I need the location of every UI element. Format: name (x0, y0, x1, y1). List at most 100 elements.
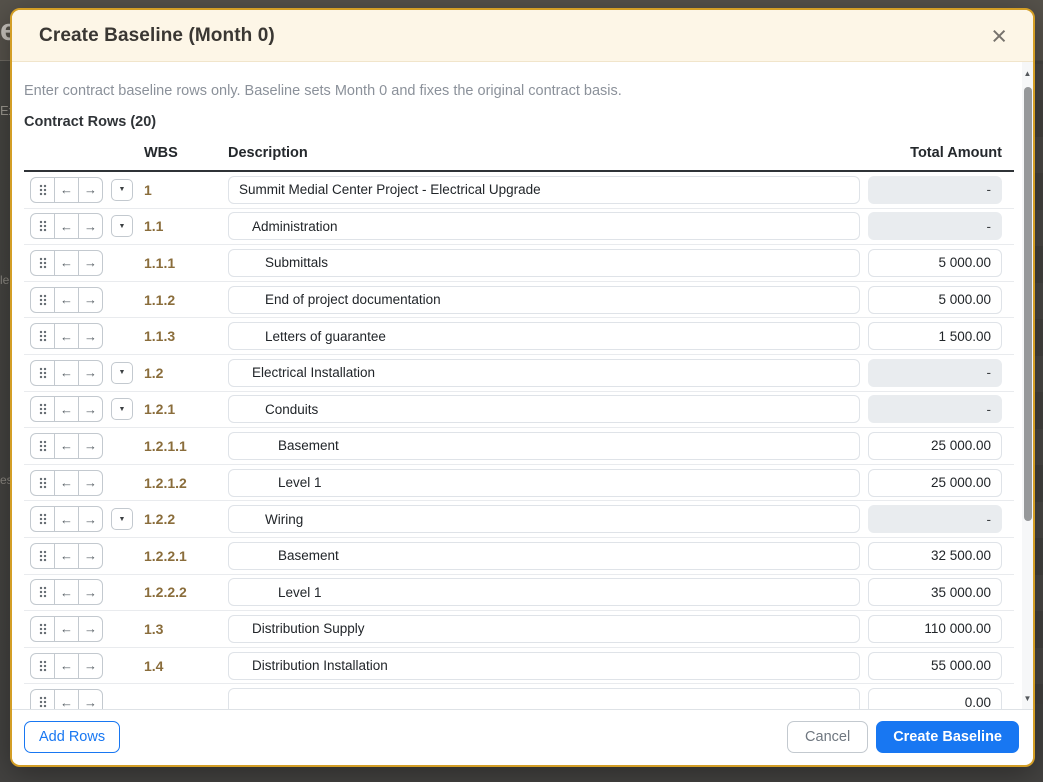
create-baseline-dialog: Create Baseline (Month 0) × Enter contra… (10, 8, 1035, 767)
description-cell (228, 322, 860, 350)
collapse-toggle-icon[interactable]: ▼ (111, 398, 133, 420)
description-input[interactable] (228, 212, 860, 240)
amount-input[interactable] (868, 688, 1002, 709)
amount-input[interactable] (868, 359, 1002, 387)
description-input[interactable] (228, 578, 860, 606)
outdent-button[interactable]: ← (54, 396, 79, 422)
scroll-down-icon[interactable]: ▼ (1022, 691, 1033, 705)
description-input[interactable] (228, 432, 860, 460)
drag-handle[interactable] (30, 579, 55, 605)
drag-handle[interactable] (30, 689, 55, 709)
indent-button[interactable]: → (78, 250, 103, 276)
indent-button[interactable]: → (78, 470, 103, 496)
cancel-button[interactable]: Cancel (787, 721, 868, 753)
amount-input[interactable] (868, 505, 1002, 533)
collapse-toggle-icon[interactable]: ▼ (111, 362, 133, 384)
description-cell (228, 505, 860, 533)
amount-cell (868, 322, 1002, 350)
outdent-button[interactable]: ← (54, 433, 79, 459)
outdent-button[interactable]: ← (54, 579, 79, 605)
drag-handle[interactable] (30, 616, 55, 642)
indent-button[interactable]: → (78, 177, 103, 203)
amount-cell (868, 359, 1002, 387)
amount-input[interactable] (868, 432, 1002, 460)
amount-input[interactable] (868, 176, 1002, 204)
drag-handle[interactable] (30, 287, 55, 313)
row-button-group: ← → (30, 360, 103, 386)
close-icon[interactable]: × (989, 26, 1009, 46)
amount-input[interactable] (868, 395, 1002, 423)
collapse-toggle-icon[interactable]: ▼ (111, 215, 133, 237)
drag-handle[interactable] (30, 396, 55, 422)
indent-button[interactable]: → (78, 213, 103, 239)
amount-input[interactable] (868, 615, 1002, 643)
outdent-button[interactable]: ← (54, 616, 79, 642)
amount-input[interactable] (868, 286, 1002, 314)
indent-button[interactable]: → (78, 653, 103, 679)
outdent-button[interactable]: ← (54, 177, 79, 203)
amount-input[interactable] (868, 578, 1002, 606)
description-input[interactable] (228, 359, 860, 387)
outdent-button[interactable]: ← (54, 360, 79, 386)
description-input[interactable] (228, 542, 860, 570)
description-input[interactable] (228, 395, 860, 423)
description-input[interactable] (228, 505, 860, 533)
amount-input[interactable] (868, 542, 1002, 570)
outdent-button[interactable]: ← (54, 689, 79, 709)
indent-button[interactable]: → (78, 616, 103, 642)
drag-handle[interactable] (30, 653, 55, 679)
drag-handle[interactable] (30, 213, 55, 239)
indent-button[interactable]: → (78, 360, 103, 386)
outdent-button[interactable]: ← (54, 250, 79, 276)
outdent-button[interactable]: ← (54, 323, 79, 349)
indent-button[interactable]: → (78, 543, 103, 569)
drag-handle[interactable] (30, 323, 55, 349)
vertical-scrollbar[interactable]: ▲ ▼ (1022, 62, 1033, 709)
amount-input[interactable] (868, 249, 1002, 277)
drag-handle[interactable] (30, 433, 55, 459)
table-row: ← → ▼ 1.2.2.2 (24, 575, 1014, 612)
amount-input[interactable] (868, 322, 1002, 350)
indent-button[interactable]: → (78, 323, 103, 349)
create-baseline-button[interactable]: Create Baseline (876, 721, 1019, 753)
outdent-button[interactable]: ← (54, 653, 79, 679)
drag-dots-icon (39, 220, 47, 232)
collapse-toggle-icon[interactable]: ▼ (111, 508, 133, 530)
rows-container: ← → ▼ 1 ← → ▼ 1.1 (24, 172, 1014, 709)
description-input[interactable] (228, 469, 860, 497)
drag-handle[interactable] (30, 543, 55, 569)
outdent-button[interactable]: ← (54, 543, 79, 569)
indent-button[interactable]: → (78, 396, 103, 422)
outdent-button[interactable]: ← (54, 470, 79, 496)
contract-rows-label: Contract Rows (20) (24, 114, 1014, 130)
outdent-button[interactable]: ← (54, 287, 79, 313)
drag-handle[interactable] (30, 360, 55, 386)
indent-button[interactable]: → (78, 689, 103, 709)
indent-button[interactable]: → (78, 287, 103, 313)
description-input[interactable] (228, 249, 860, 277)
amount-input[interactable] (868, 652, 1002, 680)
column-header-description: Description (228, 145, 860, 161)
drag-handle[interactable] (30, 250, 55, 276)
description-input[interactable] (228, 615, 860, 643)
description-input[interactable] (228, 652, 860, 680)
outdent-button[interactable]: ← (54, 213, 79, 239)
drag-handle[interactable] (30, 506, 55, 532)
collapse-toggle-icon[interactable]: ▼ (111, 179, 133, 201)
description-input[interactable] (228, 688, 860, 709)
indent-button[interactable]: → (78, 506, 103, 532)
scrollbar-thumb[interactable] (1024, 87, 1032, 521)
description-input[interactable] (228, 322, 860, 350)
description-input[interactable] (228, 176, 860, 204)
drag-handle[interactable] (30, 177, 55, 203)
outdent-button[interactable]: ← (54, 506, 79, 532)
row-button-group: ← → (30, 287, 103, 313)
amount-input[interactable] (868, 212, 1002, 240)
indent-button[interactable]: → (78, 433, 103, 459)
amount-input[interactable] (868, 469, 1002, 497)
add-rows-button[interactable]: Add Rows (24, 721, 120, 753)
indent-button[interactable]: → (78, 579, 103, 605)
scroll-up-icon[interactable]: ▲ (1022, 66, 1033, 80)
drag-handle[interactable] (30, 470, 55, 496)
description-input[interactable] (228, 286, 860, 314)
